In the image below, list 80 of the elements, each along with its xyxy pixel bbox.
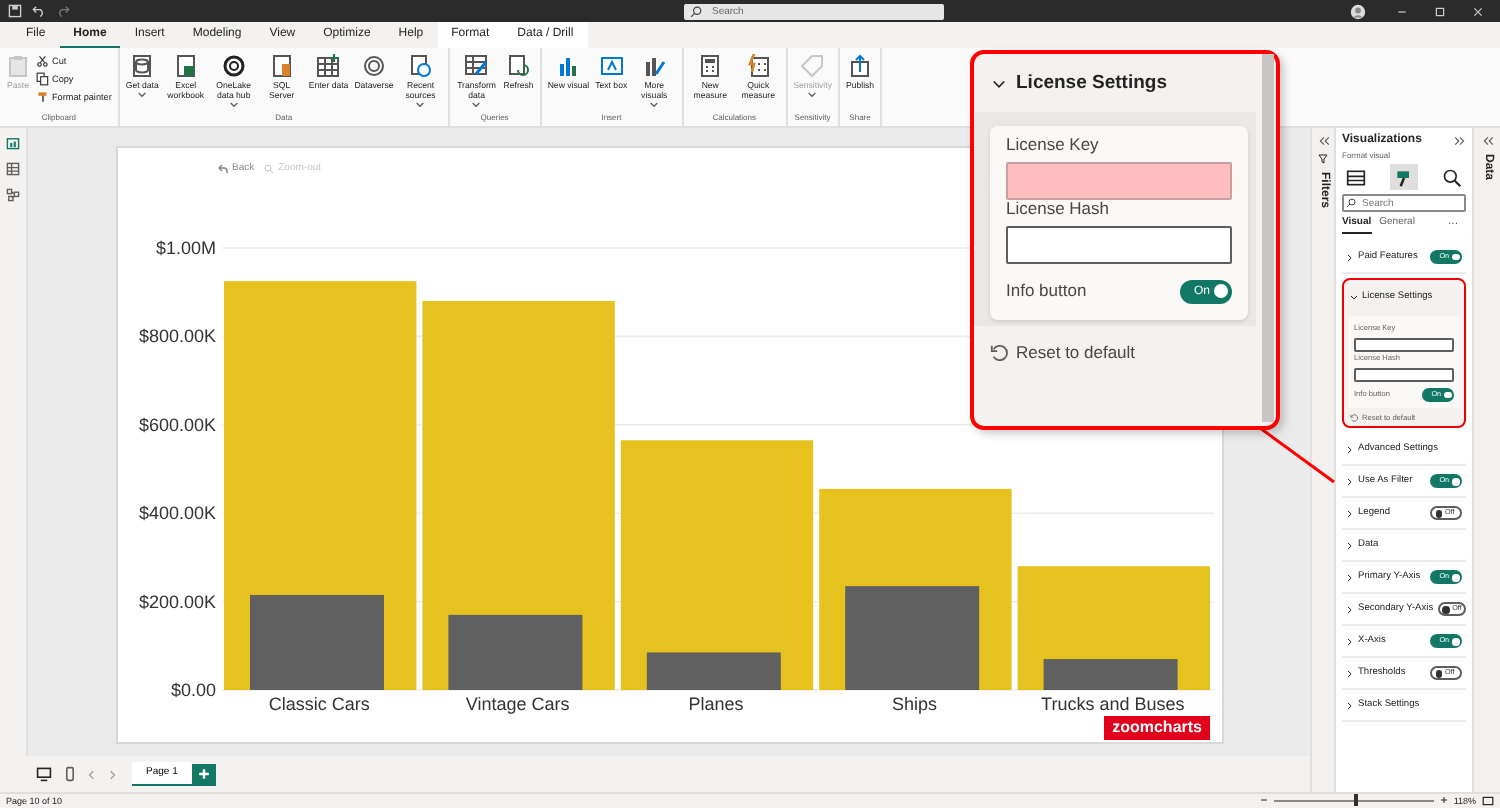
bar[interactable] [448,614,583,690]
chart-icon [642,54,667,78]
next-icon [108,769,116,779]
collapse-icon [1317,136,1329,146]
calculator-icon [698,54,723,78]
upload-icon [848,54,873,78]
scissors-icon [36,54,50,68]
plus-icon [197,768,210,780]
category-label: Ships [891,694,937,714]
tag-icon [800,54,825,78]
reset-icon [1350,414,1358,423]
ring-icon [221,54,246,78]
axis-label: $800.00K [138,326,216,347]
field-label: License Key [1006,133,1099,154]
server-icon [269,54,294,78]
clipboard-icon [6,54,30,78]
add-page-button[interactable] [191,763,216,785]
back-arrow-icon [218,164,228,175]
field-label: License Hash [1006,197,1110,218]
refresh-icon [506,54,531,78]
table-icon [6,162,20,176]
previous-icon [88,769,96,779]
phone-icon [64,766,76,782]
table-icon [464,54,489,78]
table-icon [1346,167,1366,188]
model-icon [6,188,20,202]
logo: zoomcharts [1104,716,1210,740]
axis-label: $400.00K [138,503,216,524]
avatar-icon [1350,3,1366,19]
spreadsheet-icon [173,54,198,78]
input-field[interactable] [1006,225,1232,264]
database-icon [130,54,155,78]
chevron-icon [990,77,1008,92]
section-header[interactable]: License Settings [974,54,1256,112]
search-icon [1346,198,1356,209]
plus-icon [1439,796,1448,805]
desktop-icon [36,766,52,782]
magnifier-icon [1442,167,1462,188]
table-icon [316,54,341,78]
search-icon [690,5,702,17]
axis-label: $200.00K [138,591,216,612]
slider-thumb[interactable] [1353,794,1358,807]
maximize-icon [1434,5,1446,17]
save-icon [8,4,22,18]
bar[interactable] [646,652,781,690]
chart-icon [556,54,581,78]
axis-label: $600.00K [138,414,216,435]
clock-icon [408,54,433,78]
category-label: Vintage Cars [465,694,570,714]
filter-icon [1318,154,1328,164]
minimize-icon [1396,5,1408,17]
scrollbar[interactable] [1262,54,1274,422]
copy-icon [36,72,50,86]
axis-label: $1.00M [155,238,216,258]
fit-page-icon [1482,795,1494,806]
input-field[interactable] [1354,368,1454,383]
search-icon [264,164,275,175]
reset-button[interactable]: Reset to default [974,325,1256,363]
toggle-label: Info button [1006,281,1087,302]
format-mode-button[interactable] [1438,164,1466,191]
report-icon [6,136,20,150]
collapse-icon [1481,136,1493,146]
redo-icon [56,4,70,18]
category-label: Planes [688,694,744,714]
paintbrush-icon [36,90,50,104]
undo-icon [32,4,46,18]
ring-icon [361,54,386,78]
calculator-icon [746,54,771,78]
expand-icon [1454,135,1466,146]
format-mode-button[interactable] [1390,164,1418,191]
axis-label: $0.00 [170,680,216,700]
close-icon [1472,5,1484,17]
input-field[interactable] [1354,338,1454,353]
input-field[interactable] [1006,161,1232,200]
textbox-icon [599,54,624,78]
minus-icon [1259,796,1268,805]
category-label: Trucks and Buses [1041,694,1185,714]
reset-icon [990,344,1008,363]
paintbrush-icon [1394,167,1414,188]
category-label: Classic Cars [268,694,370,714]
